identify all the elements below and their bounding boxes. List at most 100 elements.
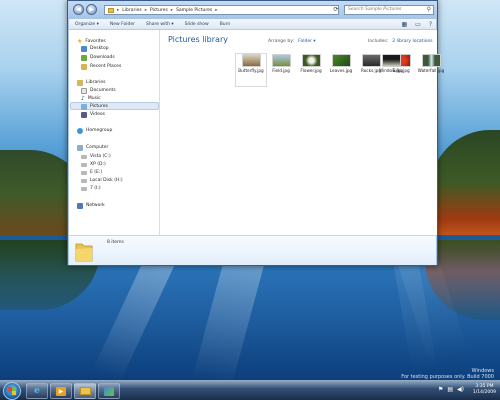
breadcrumb-separator: ▸ [215,7,218,13]
landscape-right [430,130,500,235]
file-thumbnail [381,54,401,67]
file-item[interactable]: Flower.jpg [296,54,326,86]
nav-item-drive-i[interactable]: 7 (I:) [81,185,101,192]
breadcrumb-pictures[interactable]: Pictures [150,8,168,13]
nav-item-label: E (E:) [90,170,103,175]
command-bar: Organize ▾ New Folder Share with ▾ Slide… [69,19,436,30]
nav-item-label: Recent Places [90,64,122,69]
nav-item-documents[interactable]: Documents [81,87,116,94]
nav-network[interactable]: Network [77,202,105,209]
nav-item-recent-places[interactable]: Recent Places [81,63,121,70]
nav-network-label: Network [86,203,105,208]
internet-explorer-taskbar-button[interactable]: e [26,383,48,399]
breadcrumb-separator: ▸ [117,7,120,13]
file-item[interactable]: Window.jpg [376,54,406,86]
star-icon: ★ [77,38,83,45]
breadcrumb-separator: ▸ [170,7,174,13]
title-bar[interactable]: ◀ ▶ ▸ Libraries ▸ Pictures ▸ Sample Pict… [68,1,437,19]
folder-icon [79,387,91,395]
system-tray: ⚑ ▤ ◀) [438,386,464,393]
nav-item-label: Local Disk (H:) [90,178,123,183]
control-panel-taskbar-button[interactable] [98,383,120,399]
file-item[interactable]: Field.jpg [266,54,296,86]
file-item[interactable]: Butterfly.jpg [235,53,267,87]
nav-item-drive-c[interactable]: Vista (C:) [81,153,111,160]
preview-pane-icon[interactable]: ▭ [415,20,421,29]
media-player-taskbar-button[interactable]: ▶ [50,383,72,399]
internet-explorer-icon: e [34,386,40,396]
change-view-icon[interactable]: ▦ [401,20,407,29]
desktop-icon [81,45,87,52]
file-thumbnail [271,54,291,67]
drive-icon [81,162,87,167]
file-name: Flower.jpg [300,68,322,73]
downloads-icon [81,54,87,61]
explorer-window[interactable]: ◀ ▶ ▸ Libraries ▸ Pictures ▸ Sample Pict… [67,0,444,266]
address-bar[interactable]: ▸ Libraries ▸ Pictures ▸ Sample Pictures… [104,5,339,15]
nav-item-pictures[interactable]: Pictures [81,103,108,110]
nav-favorites-label: Favorites [85,39,106,44]
includes-info: Includes: 2 library locations [368,39,433,44]
clock[interactable]: 3:35 PM 1/14/2009 [473,384,496,396]
new-folder-button[interactable]: New Folder [110,22,135,27]
search-icon[interactable]: ⚲ [427,6,431,14]
action-center-icon[interactable]: ⚑ [438,386,443,393]
nav-libraries-label: Libraries [86,80,106,85]
computer-icon [77,144,83,151]
details-pane: 8 items [69,235,436,265]
nav-item-label: Vista (C:) [90,154,111,159]
file-item[interactable]: Leaves.jpg [326,54,356,86]
includes-label: Includes: [368,39,389,44]
share-with-button[interactable]: Share with ▾ [146,22,174,27]
nav-item-label: Desktop [90,46,109,51]
library-title: Pictures library [168,35,228,44]
nav-item-label: Videos [90,112,105,117]
breadcrumb-separator: ▸ [144,7,147,13]
folder-icon [75,240,93,262]
organize-button[interactable]: Organize ▾ [75,22,99,27]
network-tray-icon[interactable]: ▤ [447,386,453,393]
breadcrumb-sample-pictures[interactable]: Sample Pictures [176,8,212,13]
nav-item-drive-h[interactable]: Local Disk (H:) [81,177,123,184]
arrange-by-label: Arrange by: [268,39,295,44]
windows-explorer-taskbar-button[interactable] [74,383,96,399]
nav-item-drive-e[interactable]: E (E:) [81,169,102,176]
homegroup-icon [77,127,83,134]
item-count: 8 items [107,240,124,245]
file-thumbnail [331,54,351,67]
nav-item-label: Downloads [90,55,115,60]
nav-item-downloads[interactable]: Downloads [81,54,115,61]
nav-item-label: 7 (I:) [90,186,101,191]
help-icon[interactable]: ? [429,20,432,29]
nav-computer[interactable]: Computer [77,144,108,151]
documents-icon [81,87,87,94]
nav-item-label: Pictures [90,104,108,109]
arrange-by-dropdown[interactable]: Folder ▾ [298,39,316,44]
nav-item-videos[interactable]: Videos [81,111,105,118]
slide-show-button[interactable]: Slide show [185,22,209,27]
nav-item-music[interactable]: ♪ Music [81,95,101,102]
volume-icon[interactable]: ◀) [457,386,464,393]
network-icon [77,202,83,209]
forward-button[interactable]: ▶ [86,4,97,15]
file-item[interactable]: Waterfall.jpg [416,54,446,86]
refresh-icon[interactable]: ⟳ [331,5,341,15]
arrange-by: Arrange by: Folder ▾ [268,39,316,44]
burn-button[interactable]: Burn [220,22,231,27]
folder-icon [108,7,114,13]
file-name: Window.jpg [379,68,403,73]
breadcrumb-libraries[interactable]: Libraries [122,8,141,13]
music-icon: ♪ [81,95,85,102]
videos-icon [81,111,87,118]
back-button[interactable]: ◀ [73,4,84,15]
nav-item-label: XP (D:) [90,162,106,167]
nav-homegroup[interactable]: Homegroup [77,127,112,134]
nav-libraries[interactable]: Libraries [77,79,105,86]
search-input[interactable]: Search Sample Pictures ⚲ [344,5,434,15]
nav-item-desktop[interactable]: Desktop [81,45,109,52]
start-button[interactable] [3,382,21,400]
library-locations-link[interactable]: 2 library locations [392,39,432,44]
nav-item-drive-d[interactable]: XP (D:) [81,161,106,168]
nav-homegroup-label: Homegroup [86,128,113,133]
nav-favorites[interactable]: ★ Favorites [77,38,106,45]
